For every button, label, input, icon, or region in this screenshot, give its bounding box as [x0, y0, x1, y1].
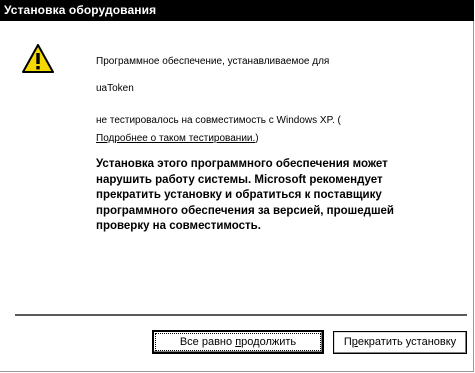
stop-installation-button[interactable]: Прекратить установку	[333, 331, 467, 354]
link-close-paren: )	[255, 133, 259, 144]
message-line-1: Программное обеспечение, устанавливаемое…	[96, 56, 330, 67]
warning-line: Установка этого программного обеспечения…	[96, 158, 388, 170]
continue-button-label: Все равно продолжить	[155, 333, 321, 351]
device-name: uaToken	[96, 83, 134, 94]
warning-line: нарушить работу системы. Microsoft реком…	[96, 173, 383, 186]
message-line-3: не тестировалось на совместимость с Wind…	[96, 115, 341, 126]
separator-line	[15, 314, 467, 316]
warning-line: проверку на совместимость.	[96, 220, 261, 232]
continue-anyway-button[interactable]: Все равно продолжить	[152, 330, 324, 354]
warning-line: прекратить установку и обратиться к пост…	[96, 189, 382, 201]
testing-info-link-row: Подробнее о таком тестировании.)	[96, 133, 259, 144]
warning-icon	[22, 44, 54, 73]
hardware-installation-dialog: Установка оборудования Программное обесп…	[0, 0, 474, 372]
compatibility-warning: Установка этого программного обеспечения…	[96, 157, 451, 235]
warning-line: программного обеспечения за версией, про…	[96, 204, 395, 217]
stop-button-label: Прекратить установку	[343, 336, 457, 348]
dialog-title: Установка оборудования	[0, 0, 474, 21]
testing-info-link[interactable]: Подробнее о таком тестировании.	[96, 133, 255, 144]
